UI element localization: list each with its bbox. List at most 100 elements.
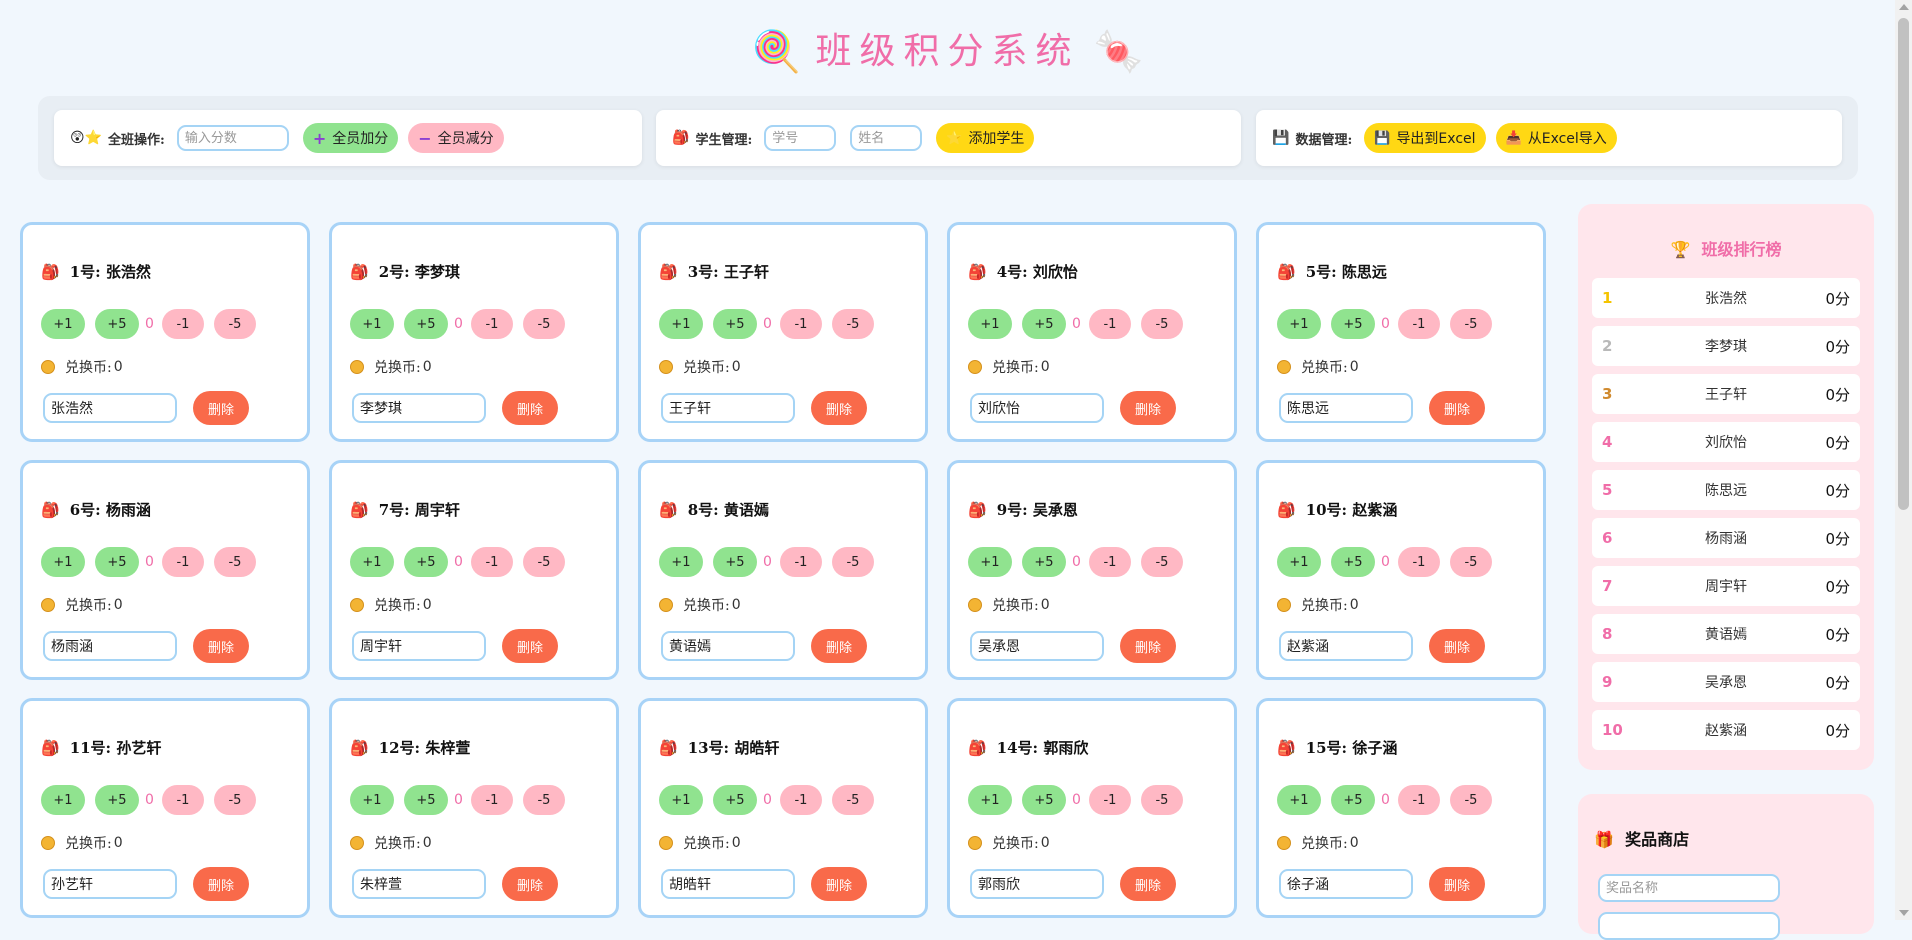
minus-five-button[interactable]: -5 <box>831 785 874 815</box>
plus-five-button[interactable]: +5 <box>404 547 448 577</box>
student-name-field[interactable] <box>970 869 1104 899</box>
plus-five-button[interactable]: +5 <box>713 547 757 577</box>
delete-button[interactable]: 删除 <box>193 391 249 425</box>
delete-button[interactable]: 删除 <box>1429 867 1485 901</box>
minus-one-button[interactable]: -1 <box>1088 547 1131 577</box>
minus-five-button[interactable]: -5 <box>1140 785 1183 815</box>
minus-five-button[interactable]: -5 <box>831 309 874 339</box>
student-name-field[interactable] <box>43 393 177 423</box>
plus-one-button[interactable]: +1 <box>659 309 703 339</box>
minus-one-button[interactable]: -1 <box>470 785 513 815</box>
delete-button[interactable]: 删除 <box>1429 629 1485 663</box>
plus-five-button[interactable]: +5 <box>404 785 448 815</box>
student-name-field[interactable] <box>352 631 486 661</box>
delete-button[interactable]: 删除 <box>502 867 558 901</box>
student-name-field[interactable] <box>43 631 177 661</box>
delete-button[interactable]: 删除 <box>502 629 558 663</box>
minus-five-button[interactable]: -5 <box>1140 309 1183 339</box>
minus-one-button[interactable]: -1 <box>161 547 204 577</box>
plus-five-button[interactable]: +5 <box>1331 785 1375 815</box>
plus-five-button[interactable]: +5 <box>95 547 139 577</box>
add-student-button[interactable]: ⭐ 添加学生 <box>936 123 1035 153</box>
minus-five-button[interactable]: -5 <box>522 785 565 815</box>
plus-one-button[interactable]: +1 <box>659 547 703 577</box>
export-excel-button[interactable]: 💾 导出到Excel <box>1364 123 1486 153</box>
plus-five-button[interactable]: +5 <box>1331 547 1375 577</box>
minus-one-button[interactable]: -1 <box>1088 785 1131 815</box>
prize-cost-input[interactable] <box>1598 912 1780 940</box>
plus-five-button[interactable]: +5 <box>404 309 448 339</box>
plus-one-button[interactable]: +1 <box>41 309 85 339</box>
student-name-field[interactable] <box>661 869 795 899</box>
minus-one-button[interactable]: -1 <box>470 547 513 577</box>
student-name-field[interactable] <box>661 393 795 423</box>
plus-five-button[interactable]: +5 <box>713 785 757 815</box>
delete-button[interactable]: 删除 <box>1120 629 1176 663</box>
add-all-button[interactable]: + 全员加分 <box>302 123 399 153</box>
minus-five-button[interactable]: -5 <box>213 785 256 815</box>
minus-five-button[interactable]: -5 <box>1449 785 1492 815</box>
minus-five-button[interactable]: -5 <box>1140 547 1183 577</box>
import-excel-button[interactable]: 📥 从Excel导入 <box>1495 123 1617 153</box>
minus-five-button[interactable]: -5 <box>213 547 256 577</box>
page-scrollbar[interactable] <box>1895 0 1912 920</box>
delete-button[interactable]: 删除 <box>1429 391 1485 425</box>
minus-one-button[interactable]: -1 <box>1088 309 1131 339</box>
minus-five-button[interactable]: -5 <box>1449 547 1492 577</box>
minus-one-button[interactable]: -1 <box>779 309 822 339</box>
student-name-field[interactable] <box>661 631 795 661</box>
minus-five-button[interactable]: -5 <box>1449 309 1492 339</box>
plus-one-button[interactable]: +1 <box>350 309 394 339</box>
plus-one-button[interactable]: +1 <box>968 309 1012 339</box>
student-name-field[interactable] <box>970 631 1104 661</box>
subtract-all-button[interactable]: − 全员减分 <box>408 123 504 153</box>
delete-button[interactable]: 删除 <box>502 391 558 425</box>
plus-five-button[interactable]: +5 <box>95 309 139 339</box>
plus-one-button[interactable]: +1 <box>968 547 1012 577</box>
minus-five-button[interactable]: -5 <box>522 547 565 577</box>
minus-five-button[interactable]: -5 <box>213 309 256 339</box>
plus-five-button[interactable]: +5 <box>1022 309 1066 339</box>
minus-one-button[interactable]: -1 <box>779 547 822 577</box>
minus-five-button[interactable]: -5 <box>831 547 874 577</box>
score-input[interactable] <box>176 125 289 151</box>
student-id-input[interactable] <box>764 125 837 151</box>
minus-one-button[interactable]: -1 <box>161 309 204 339</box>
minus-one-button[interactable]: -1 <box>161 785 204 815</box>
minus-one-button[interactable]: -1 <box>779 785 822 815</box>
delete-button[interactable]: 删除 <box>193 867 249 901</box>
student-name-field[interactable] <box>352 869 486 899</box>
plus-five-button[interactable]: +5 <box>95 785 139 815</box>
scroll-up-icon[interactable] <box>1899 4 1909 10</box>
plus-one-button[interactable]: +1 <box>1277 547 1321 577</box>
prize-name-input[interactable] <box>1598 874 1780 902</box>
plus-five-button[interactable]: +5 <box>1022 547 1066 577</box>
plus-one-button[interactable]: +1 <box>1277 785 1321 815</box>
plus-one-button[interactable]: +1 <box>41 785 85 815</box>
scroll-down-icon[interactable] <box>1899 910 1909 916</box>
plus-five-button[interactable]: +5 <box>713 309 757 339</box>
scrollbar-thumb[interactable] <box>1898 18 1909 510</box>
student-name-input[interactable] <box>850 125 923 151</box>
student-name-field[interactable] <box>43 869 177 899</box>
student-name-field[interactable] <box>352 393 486 423</box>
plus-one-button[interactable]: +1 <box>350 547 394 577</box>
plus-one-button[interactable]: +1 <box>1277 309 1321 339</box>
minus-one-button[interactable]: -1 <box>470 309 513 339</box>
minus-five-button[interactable]: -5 <box>522 309 565 339</box>
student-name-field[interactable] <box>1279 869 1413 899</box>
plus-five-button[interactable]: +5 <box>1022 785 1066 815</box>
student-name-field[interactable] <box>1279 631 1413 661</box>
student-name-field[interactable] <box>1279 393 1413 423</box>
plus-one-button[interactable]: +1 <box>350 785 394 815</box>
delete-button[interactable]: 删除 <box>811 391 867 425</box>
minus-one-button[interactable]: -1 <box>1397 785 1440 815</box>
delete-button[interactable]: 删除 <box>1120 867 1176 901</box>
delete-button[interactable]: 删除 <box>193 629 249 663</box>
delete-button[interactable]: 删除 <box>811 867 867 901</box>
delete-button[interactable]: 删除 <box>1120 391 1176 425</box>
plus-one-button[interactable]: +1 <box>968 785 1012 815</box>
delete-button[interactable]: 删除 <box>811 629 867 663</box>
student-name-field[interactable] <box>970 393 1104 423</box>
plus-five-button[interactable]: +5 <box>1331 309 1375 339</box>
